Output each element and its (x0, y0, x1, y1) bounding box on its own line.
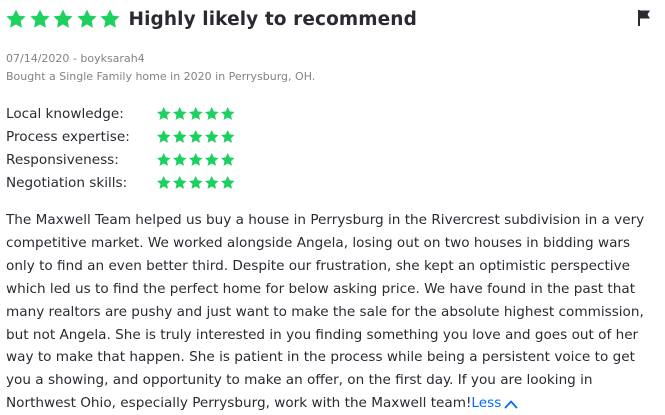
review-line: only to find an even better third. Despi… (6, 257, 630, 274)
rating-label: Responsiveness: (6, 151, 119, 168)
review-line: competitive market. We worked alongside … (6, 234, 631, 251)
star-icon (156, 106, 171, 120)
rating-label: Local knowledge: (6, 105, 124, 122)
star-icon (156, 129, 171, 143)
star-icon (188, 106, 203, 120)
purchase-info: Bought a Single Family home in 2020 in P… (6, 70, 316, 83)
overall-rating-stars (5, 8, 123, 30)
star-icon (156, 152, 171, 166)
review-line: which led us to find the perfect home fo… (6, 280, 636, 297)
star-icon (188, 129, 203, 143)
rating-stars (156, 175, 236, 191)
star-icon (172, 175, 187, 189)
review-date-author: 07/14/2020 - boyksarah4 (6, 52, 145, 65)
star-icon (156, 175, 171, 189)
less-link[interactable]: Less (471, 392, 518, 415)
review-line: but not Angela. She is truly interested … (6, 326, 639, 343)
star-icon (172, 152, 187, 166)
star-icon (220, 106, 235, 120)
rating-label: Negotiation skills: (6, 174, 128, 191)
rating-stars (156, 152, 236, 168)
star-icon (220, 129, 235, 143)
star-icon (76, 9, 97, 28)
star-icon (100, 9, 120, 28)
review-line: many realtors are pushy and just want to… (6, 303, 644, 320)
star-icon (172, 129, 187, 143)
rating-stars (156, 129, 236, 145)
star-icon (204, 106, 219, 120)
star-icon (188, 175, 203, 189)
rating-label: Process expertise: (6, 128, 130, 145)
rating-row-process-expertise: Process expertise: (6, 125, 236, 148)
star-icon (6, 9, 26, 28)
sub-ratings: Local knowledge: Process expertise: Resp… (6, 102, 236, 194)
star-icon (204, 152, 219, 166)
star-icon (204, 129, 219, 143)
review-line: Northwest Ohio, especially Perrysburg, w… (6, 395, 472, 412)
star-icon (53, 9, 73, 28)
chevron-up-icon (504, 400, 518, 409)
star-icon (188, 152, 203, 166)
rating-row-negotiation-skills: Negotiation skills: (6, 171, 236, 194)
star-icon (220, 175, 235, 189)
rating-stars (156, 106, 236, 122)
rating-row-local-knowledge: Local knowledge: (6, 102, 236, 125)
star-icon (204, 175, 219, 189)
review-text: The Maxwell Team helped us buy a house i… (6, 209, 665, 415)
review-header: Highly likely to recommend (5, 6, 417, 32)
review-line: you a showing, and opportunity to make a… (6, 372, 593, 389)
star-icon (220, 152, 235, 166)
flag-icon[interactable] (637, 9, 651, 27)
star-icon (172, 106, 187, 120)
rating-row-responsiveness: Responsiveness: (6, 148, 236, 171)
less-label: Less (471, 395, 502, 412)
review-line: way to make that happen. She is patient … (6, 349, 635, 366)
review-last-line: Northwest Ohio, especially Perrysburg, w… (6, 392, 665, 415)
star-icon (29, 9, 50, 28)
review-line: The Maxwell Team helped us buy a house i… (6, 212, 645, 228)
review-title: Highly likely to recommend (128, 8, 417, 30)
